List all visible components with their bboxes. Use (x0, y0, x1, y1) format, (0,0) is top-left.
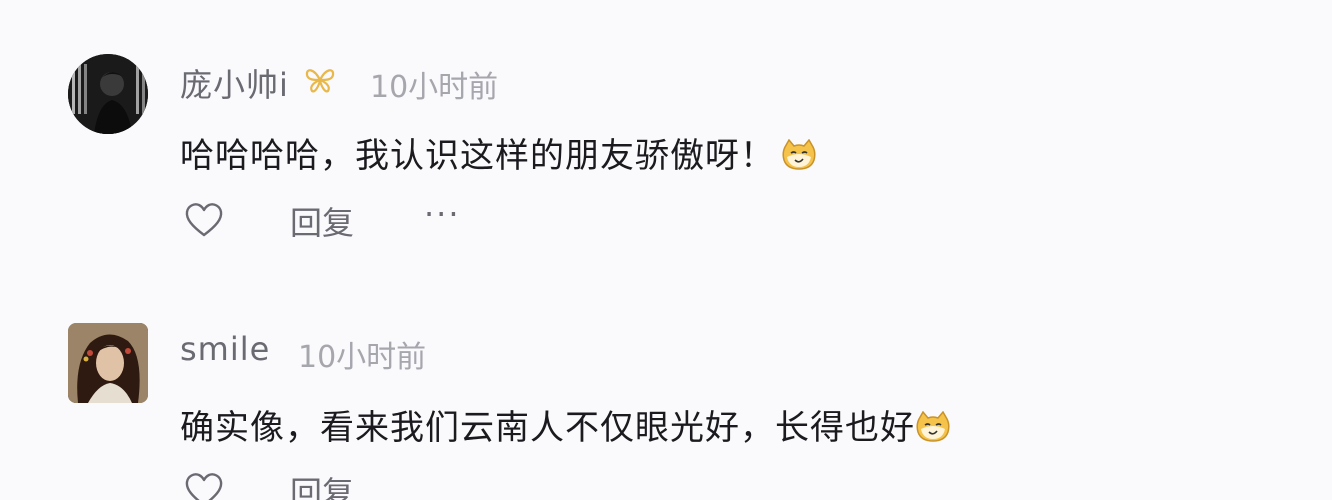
comment-text-content: 确实像，看来我们云南人不仅眼光好，长得也好 (180, 408, 915, 448)
comment-text-content: 哈哈哈哈，我认识这样的朋友骄傲呀！ (180, 136, 775, 176)
comment-list: 庞小帅i 10小时前 哈哈哈哈，我认识这样的朋友骄傲呀！ 回复 ··· smil… (0, 0, 1332, 500)
heart-icon[interactable] (184, 202, 224, 238)
heart-icon[interactable] (184, 472, 224, 500)
comment-text: 确实像，看来我们云南人不仅眼光好，长得也好 (180, 400, 951, 449)
cat-emoji-icon (916, 411, 950, 442)
avatar-image (68, 54, 148, 134)
avatar-image (68, 323, 148, 403)
timestamp: 10小时前 (370, 70, 499, 105)
avatar[interactable] (68, 323, 148, 403)
more-options-button[interactable]: ··· (424, 198, 461, 230)
username[interactable]: smile (180, 330, 270, 368)
timestamp: 10小时前 (298, 340, 427, 375)
avatar[interactable] (68, 54, 148, 134)
username[interactable]: 庞小帅i (180, 60, 289, 106)
cat-emoji-icon (782, 139, 816, 170)
butterfly-badge-icon (305, 69, 335, 93)
reply-button[interactable]: 回复 (290, 198, 354, 244)
comment-text: 哈哈哈哈，我认识这样的朋友骄傲呀！ (180, 128, 817, 177)
reply-button[interactable]: 回复 (290, 468, 354, 500)
